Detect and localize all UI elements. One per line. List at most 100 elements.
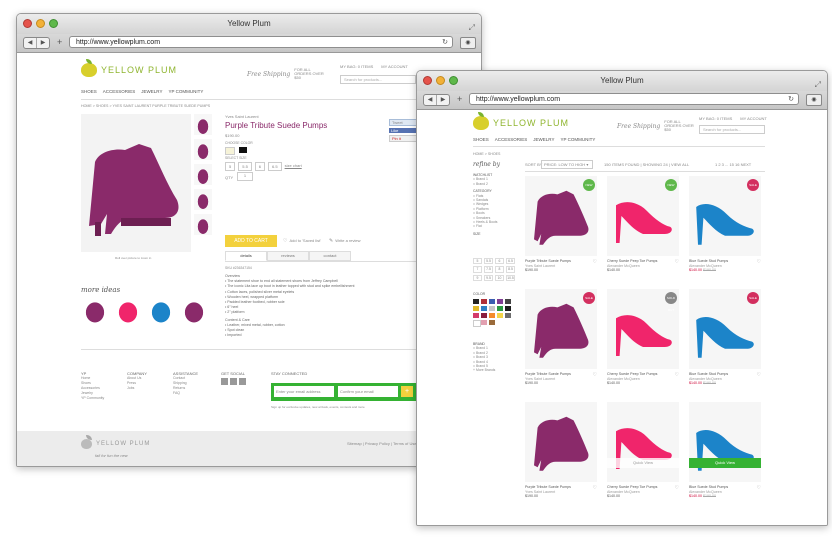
extension-icon[interactable]: ◉ bbox=[460, 37, 476, 49]
forward-arrow-icon[interactable]: ▶ bbox=[36, 38, 49, 48]
write-review-link[interactable]: Write a review bbox=[335, 238, 360, 244]
size-filter-option[interactable]: 9 bbox=[473, 274, 482, 282]
main-product-image[interactable] bbox=[81, 114, 191, 252]
nav-accessories[interactable]: ACCESSORIES bbox=[495, 137, 528, 142]
add-to-cart-button[interactable]: ADD TO CART bbox=[225, 235, 277, 247]
size-filter-option[interactable]: 10 bbox=[495, 274, 504, 282]
size-filter-option[interactable]: 7 bbox=[473, 266, 482, 273]
qty-input[interactable]: 1 bbox=[237, 172, 253, 181]
new-tab-icon[interactable]: + bbox=[457, 94, 462, 104]
footer-link[interactable]: YP Community bbox=[81, 396, 104, 401]
zoom-icon[interactable] bbox=[49, 19, 58, 28]
thumbnail[interactable] bbox=[194, 189, 212, 210]
subscribe-button[interactable]: + bbox=[401, 386, 413, 397]
idea-thumb-pink[interactable] bbox=[114, 297, 142, 325]
color-swatch[interactable] bbox=[489, 306, 495, 311]
quick-view-button[interactable]: Quick View bbox=[689, 458, 761, 468]
product-card[interactable]: Quick View Blue Suede Stud Pumps Alexander… bbox=[689, 402, 761, 510]
size-option[interactable]: 6.5 bbox=[268, 162, 282, 171]
bag-link[interactable]: MY BAG: 0 ITEMS bbox=[699, 116, 732, 121]
nav-jewelry[interactable]: JEWELRY bbox=[533, 137, 554, 142]
nav-jewelry[interactable]: JEWELRY bbox=[141, 89, 162, 94]
address-bar[interactable]: http://www.yellowplum.com ↻ bbox=[469, 93, 799, 105]
product-card[interactable]: SALE Blue Suede Stud Pumps Alexander McQue… bbox=[689, 289, 761, 397]
product-card[interactable]: Purple Tribute Suede Pumps Yves Saint Lau… bbox=[525, 402, 597, 510]
color-swatch[interactable] bbox=[473, 313, 479, 318]
nav-community[interactable]: YP COMMUNITY bbox=[560, 137, 595, 142]
product-card[interactable]: SALE Blue Suede Stud Pumps Alexander McQue… bbox=[689, 176, 761, 284]
product-card[interactable]: SOLD OUT Cherry Suede Peep Toe Pumps Alexa… bbox=[607, 289, 679, 397]
account-link[interactable]: MY ACCOUNT bbox=[381, 64, 408, 69]
back-arrow-icon[interactable]: ◀ bbox=[24, 38, 36, 48]
thumbnail[interactable] bbox=[194, 139, 212, 160]
idea-thumb-purple[interactable] bbox=[180, 297, 208, 325]
reload-icon[interactable]: ↻ bbox=[442, 37, 448, 49]
search-input[interactable]: Search for products... bbox=[340, 75, 416, 84]
heart-icon[interactable]: ♡ bbox=[675, 259, 679, 265]
nav-shoes[interactable]: SHOES bbox=[81, 89, 97, 94]
color-option-cream[interactable] bbox=[225, 147, 235, 155]
heart-icon[interactable]: ♡ bbox=[593, 485, 597, 491]
heart-icon[interactable]: ♡ bbox=[757, 372, 761, 378]
size-chart-link[interactable]: size chart bbox=[285, 162, 302, 171]
product-image[interactable] bbox=[689, 402, 761, 482]
color-swatch[interactable] bbox=[497, 313, 503, 318]
twitter-icon[interactable] bbox=[230, 378, 237, 385]
size-option[interactable]: 6 bbox=[254, 162, 266, 171]
new-tab-icon[interactable]: + bbox=[57, 37, 62, 47]
heart-icon[interactable]: ♡ bbox=[593, 372, 597, 378]
address-bar[interactable]: http://www.yellowplum.com ↻ bbox=[69, 36, 453, 48]
heart-icon[interactable]: ♡ bbox=[593, 259, 597, 265]
quick-view-button[interactable]: Quick View bbox=[607, 458, 679, 468]
confirm-email-field[interactable]: Confirm your email bbox=[338, 386, 398, 397]
close-icon[interactable] bbox=[423, 76, 432, 85]
thumbnail[interactable] bbox=[194, 164, 212, 185]
nav-accessories[interactable]: ACCESSORIES bbox=[103, 89, 136, 94]
save-list-link[interactable]: Add to 'Saved list' bbox=[289, 238, 321, 244]
pagination[interactable]: 1 2 3 ... 15 16 NEXT bbox=[715, 162, 751, 167]
reload-icon[interactable]: ↻ bbox=[788, 94, 794, 106]
size-filter-option[interactable]: 10.5 bbox=[506, 274, 515, 282]
idea-thumb-purple[interactable] bbox=[81, 297, 109, 325]
size-filter-option[interactable]: 5 bbox=[473, 258, 482, 265]
pinterest-icon[interactable] bbox=[239, 378, 246, 385]
account-link[interactable]: MY ACCOUNT bbox=[740, 116, 767, 121]
size-filter-option[interactable]: 6 bbox=[495, 258, 504, 265]
color-swatch[interactable] bbox=[497, 299, 503, 304]
color-swatch[interactable] bbox=[473, 299, 479, 304]
minimize-icon[interactable] bbox=[36, 19, 45, 28]
designer-name[interactable]: Yves Saint Laurent bbox=[225, 114, 259, 119]
idea-thumb-blue[interactable] bbox=[147, 297, 175, 325]
tab-contact[interactable]: contact bbox=[309, 251, 351, 261]
filter-option[interactable]: □ Brand 2 bbox=[473, 182, 513, 186]
minimize-icon[interactable] bbox=[436, 76, 445, 85]
size-filter-option[interactable]: 6.5 bbox=[506, 258, 515, 265]
color-swatch[interactable] bbox=[473, 306, 479, 311]
search-input[interactable]: Search for products... bbox=[699, 125, 765, 134]
color-swatch[interactable] bbox=[489, 320, 495, 325]
email-field[interactable]: Enter your email address bbox=[274, 386, 334, 397]
product-card[interactable]: SALE Purple Tribute Suede Pumps Yves Saint… bbox=[525, 289, 597, 397]
size-filter-option[interactable]: 9.5 bbox=[484, 274, 493, 282]
color-swatch[interactable] bbox=[481, 299, 487, 304]
color-swatch[interactable] bbox=[505, 306, 511, 311]
color-swatch[interactable] bbox=[481, 313, 487, 318]
filter-option[interactable]: + More Brands bbox=[473, 368, 513, 372]
forward-arrow-icon[interactable]: ▶ bbox=[436, 95, 449, 105]
size-filter-option[interactable]: 7.5 bbox=[484, 266, 493, 273]
size-filter-option[interactable]: 8 bbox=[495, 266, 504, 273]
extension-icon[interactable]: ◉ bbox=[806, 94, 822, 106]
product-card[interactable]: NEW Cherry Suede Peep Toe Pumps Alexander … bbox=[607, 176, 679, 284]
legal-links[interactable]: Sitemap | Privacy Policy | Terms of Use bbox=[347, 441, 417, 446]
thumbnail[interactable] bbox=[194, 214, 212, 235]
facebook-icon[interactable] bbox=[221, 378, 228, 385]
color-swatch[interactable] bbox=[481, 306, 487, 311]
heart-icon[interactable]: ♡ bbox=[675, 485, 679, 491]
tab-reviews[interactable]: reviews bbox=[267, 251, 309, 261]
back-arrow-icon[interactable]: ◀ bbox=[424, 95, 436, 105]
color-swatch[interactable] bbox=[497, 306, 503, 311]
heart-icon[interactable]: ♡ bbox=[757, 485, 761, 491]
color-swatch[interactable] bbox=[505, 299, 511, 304]
nav-shoes[interactable]: SHOES bbox=[473, 137, 489, 142]
size-filter-option[interactable]: 5.5 bbox=[484, 258, 493, 265]
